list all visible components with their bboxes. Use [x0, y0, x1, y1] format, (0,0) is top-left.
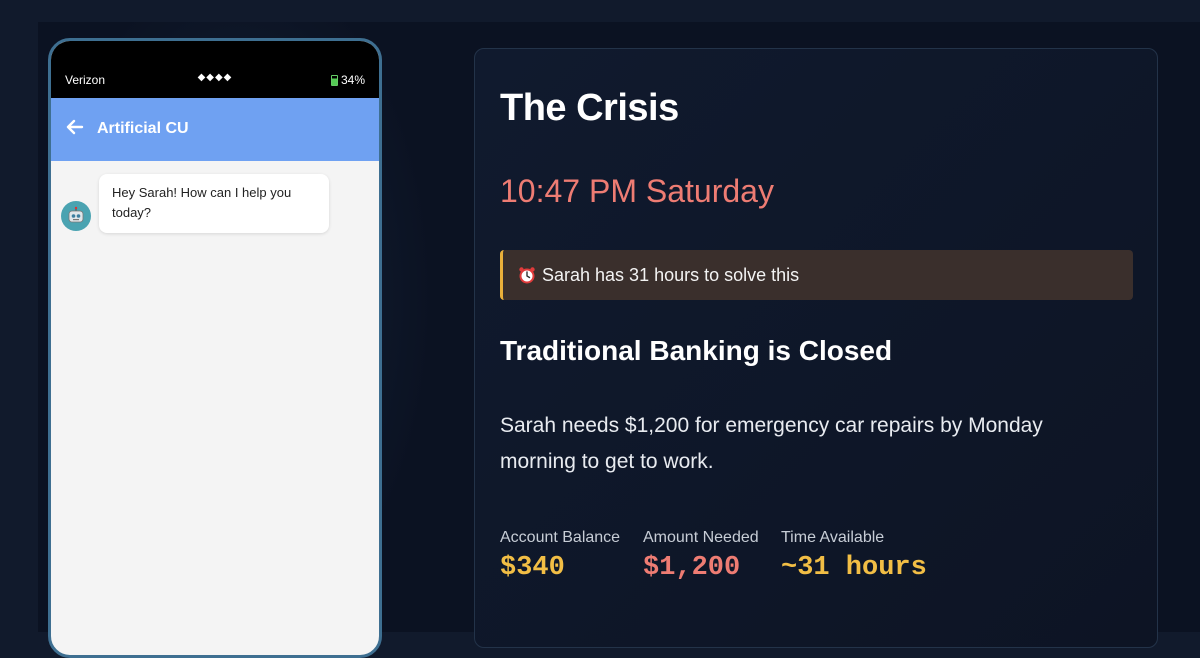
crisis-card: The Crisis 10:47 PM Saturday Sarah has 3…: [474, 48, 1158, 648]
stat-account-balance: Account Balance $340: [500, 529, 620, 583]
stat-label: Time Available: [781, 529, 885, 546]
stat-value: $340: [500, 553, 565, 583]
robot-icon: [61, 201, 91, 231]
chat-header: Artificial CU: [51, 98, 379, 161]
chat-title: Artificial CU: [97, 120, 189, 137]
alert-text: Sarah has 31 hours to solve this: [542, 264, 800, 285]
stat-label: Amount Needed: [643, 529, 759, 546]
arrow-left-icon[interactable]: [65, 117, 85, 141]
section-heading: Traditional Banking is Closed: [500, 335, 893, 366]
alarm-clock-icon: [518, 266, 536, 284]
battery-status: 34%: [330, 73, 365, 87]
battery-icon: [330, 74, 338, 86]
stat-value: ~31 hours: [781, 553, 927, 583]
stat-label: Account Balance: [500, 529, 621, 546]
signal-indicator: ◆◆◆◆: [197, 72, 233, 83]
stat-amount-needed: Amount Needed $1,200: [643, 529, 759, 583]
card-title: The Crisis: [500, 87, 679, 129]
time-alert: Sarah has 31 hours to solve this: [500, 250, 1133, 300]
stat-value: $1,200: [643, 553, 741, 583]
status-bar: Verizon ◆◆◆◆ 34%: [51, 41, 379, 98]
crisis-time: 10:47 PM Saturday: [500, 173, 774, 209]
phone-mockup: Verizon ◆◆◆◆ 34% Artificial CU Hey Sarah…: [48, 38, 382, 658]
situation-description: Sarah needs $1,200 for emergency car rep…: [500, 414, 1043, 473]
stat-time-available: Time Available ~31 hours: [781, 529, 927, 583]
battery-percent: 34%: [340, 73, 365, 87]
chat-message-bubble: Hey Sarah! How can I help you today?: [99, 174, 329, 233]
